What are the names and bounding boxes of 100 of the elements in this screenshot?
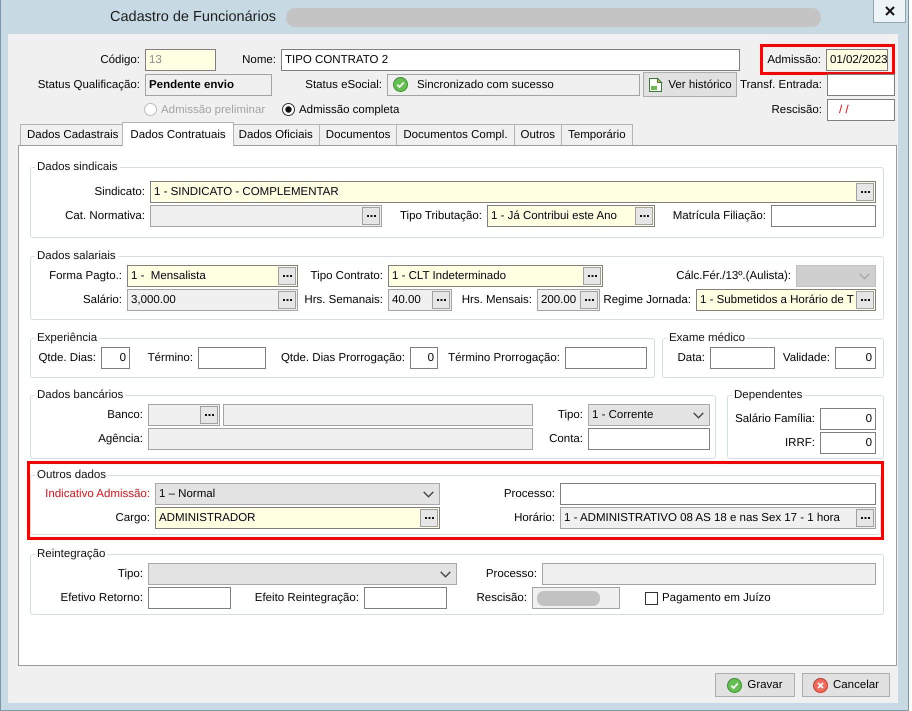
lookup-button[interactable] xyxy=(635,207,653,225)
number-field[interactable]: 0 xyxy=(820,432,876,454)
check-circle-icon xyxy=(393,77,408,92)
field-label: Status eSocial: xyxy=(305,78,382,90)
dropdown[interactable]: 1 - Corrente xyxy=(588,404,710,426)
field-label: Cálc.Fér./13º.(Aulista): xyxy=(676,270,791,282)
dropdown[interactable]: 1 – Normal xyxy=(155,483,440,505)
text-field[interactable]: Pendente envio xyxy=(145,74,272,96)
text-field[interactable] xyxy=(542,563,876,585)
lookup-field[interactable]: ADMINISTRADOR xyxy=(155,507,440,529)
chevron-down-icon xyxy=(440,570,451,578)
field-label: Hrs. Semanais: xyxy=(304,294,383,306)
field-label: Salário Família: xyxy=(735,413,815,425)
lookup-button[interactable] xyxy=(420,509,438,527)
field-label: Término Prorrogação: xyxy=(448,352,560,364)
lookup-button[interactable] xyxy=(580,291,598,309)
group-title: Dependentes xyxy=(733,388,804,402)
lookup-field[interactable]: 1 - SINDICATO - COMPLEMENTAR xyxy=(150,181,876,203)
field-label: Cat. Normativa: xyxy=(65,210,145,222)
lookup-field[interactable]: 1 - Submetidos a Horário de T xyxy=(696,289,876,311)
number-field[interactable]: 0 xyxy=(101,347,130,369)
field-label: Conta: xyxy=(549,433,583,445)
lookup-button[interactable] xyxy=(856,291,874,309)
text-field[interactable] xyxy=(565,347,647,369)
field-label: Qtde. Dias Prorrogação: xyxy=(280,352,405,364)
text-field[interactable] xyxy=(771,205,876,227)
group-title: Experiência xyxy=(36,331,98,345)
text-field[interactable] xyxy=(560,483,876,505)
field-label: Nome: xyxy=(242,54,276,66)
field-label: Tipo: xyxy=(558,409,583,421)
status-field[interactable]: Sincronizado com sucesso xyxy=(387,74,640,96)
field-label: Indicativo Admissão: xyxy=(45,488,150,500)
group-title: Reintegração xyxy=(36,547,106,561)
group-title: Exame médico xyxy=(668,331,746,345)
group-title: Dados sindicais xyxy=(36,160,119,174)
tab[interactable]: Dados Contratuais xyxy=(122,122,234,146)
window-title: Cadastro de Funcionários xyxy=(110,9,276,25)
text-field[interactable] xyxy=(710,347,775,369)
field-label: Processo: xyxy=(486,568,537,580)
lookup-button[interactable] xyxy=(583,267,601,285)
check-circle-icon xyxy=(727,678,742,692)
field-label: Tipo Contrato: xyxy=(310,270,383,282)
text-field[interactable] xyxy=(532,587,620,609)
text-field[interactable]: 01/02/2023 xyxy=(826,48,888,70)
text-field[interactable] xyxy=(364,587,447,609)
chevron-down-icon xyxy=(693,412,704,418)
field-label: Salário: xyxy=(83,294,122,306)
text-field[interactable]: TIPO CONTRATO 2 xyxy=(281,48,740,70)
lookup-field[interactable] xyxy=(150,205,382,227)
field-label: IRRF: xyxy=(784,437,815,449)
field-label: Rescisão: xyxy=(772,104,822,116)
field-label: Agência: xyxy=(98,433,143,445)
field-label: Data: xyxy=(678,352,705,364)
lookup-field[interactable]: 3,000.00 xyxy=(127,289,298,311)
field-label: Hrs. Mensais: xyxy=(462,294,532,306)
lookup-field[interactable]: 1 - ADMINISTRATIVO 08 AS 18 e nas Sex 17 - 1 hora xyxy=(560,507,876,529)
group-title: Dados bancários xyxy=(36,388,124,402)
radio-button[interactable]: Admissão completa xyxy=(282,103,400,116)
lookup-button[interactable] xyxy=(856,509,874,527)
lookup-field[interactable]: 1 - Mensalista xyxy=(127,265,298,287)
field-label: Código: xyxy=(100,54,140,66)
field-label: Qtde. Dias: xyxy=(38,352,96,364)
cancel-button[interactable]: Cancelar xyxy=(802,673,890,697)
save-button[interactable]: Gravar xyxy=(714,673,795,697)
document-icon xyxy=(648,76,664,92)
lookup-button[interactable] xyxy=(856,183,874,201)
close-button[interactable] xyxy=(873,0,906,23)
text-field[interactable] xyxy=(198,347,266,369)
text-field[interactable] xyxy=(148,587,231,609)
field-label: Horário: xyxy=(514,512,555,524)
close-icon xyxy=(884,6,894,16)
field-label: Forma Pagto.: xyxy=(49,270,122,282)
lookup-field[interactable]: 200.00 xyxy=(537,289,600,311)
number-field[interactable]: 0 xyxy=(820,408,876,430)
field-label: Tipo: xyxy=(118,568,143,580)
chevron-down-icon xyxy=(859,272,870,280)
text-field[interactable] xyxy=(148,428,533,450)
number-field[interactable]: 0 xyxy=(410,347,438,369)
lookup-field[interactable]: 1 - Já Contribui este Ano xyxy=(487,205,655,227)
lookup-button[interactable] xyxy=(278,267,296,285)
field-label: Término: xyxy=(148,352,193,364)
lookup-button[interactable] xyxy=(432,291,450,309)
tab[interactable]: Temporário xyxy=(561,124,633,145)
lookup-field[interactable] xyxy=(148,404,220,426)
field-label: Rescisão: xyxy=(476,592,527,604)
number-field[interactable]: 0 xyxy=(835,347,876,369)
lookup-field[interactable]: 40.00 xyxy=(388,289,452,311)
field-label: Efeito Reintegração: xyxy=(254,592,359,604)
lookup-field[interactable]: 1 - CLT Indeterminado xyxy=(388,265,603,287)
lookup-button[interactable] xyxy=(278,291,296,309)
lookup-button[interactable] xyxy=(362,207,380,225)
history-button[interactable]: Ver histórico xyxy=(643,72,737,97)
text-field[interactable] xyxy=(588,428,710,450)
field-label: Sindicato: xyxy=(94,186,145,198)
checkbox[interactable]: Pagamento em Juízo xyxy=(645,592,771,604)
lookup-button[interactable] xyxy=(200,406,218,424)
text-field[interactable]: / / xyxy=(827,98,895,120)
text-field[interactable] xyxy=(827,74,895,96)
field-label: Cargo: xyxy=(115,512,150,524)
text-field[interactable] xyxy=(223,404,533,426)
